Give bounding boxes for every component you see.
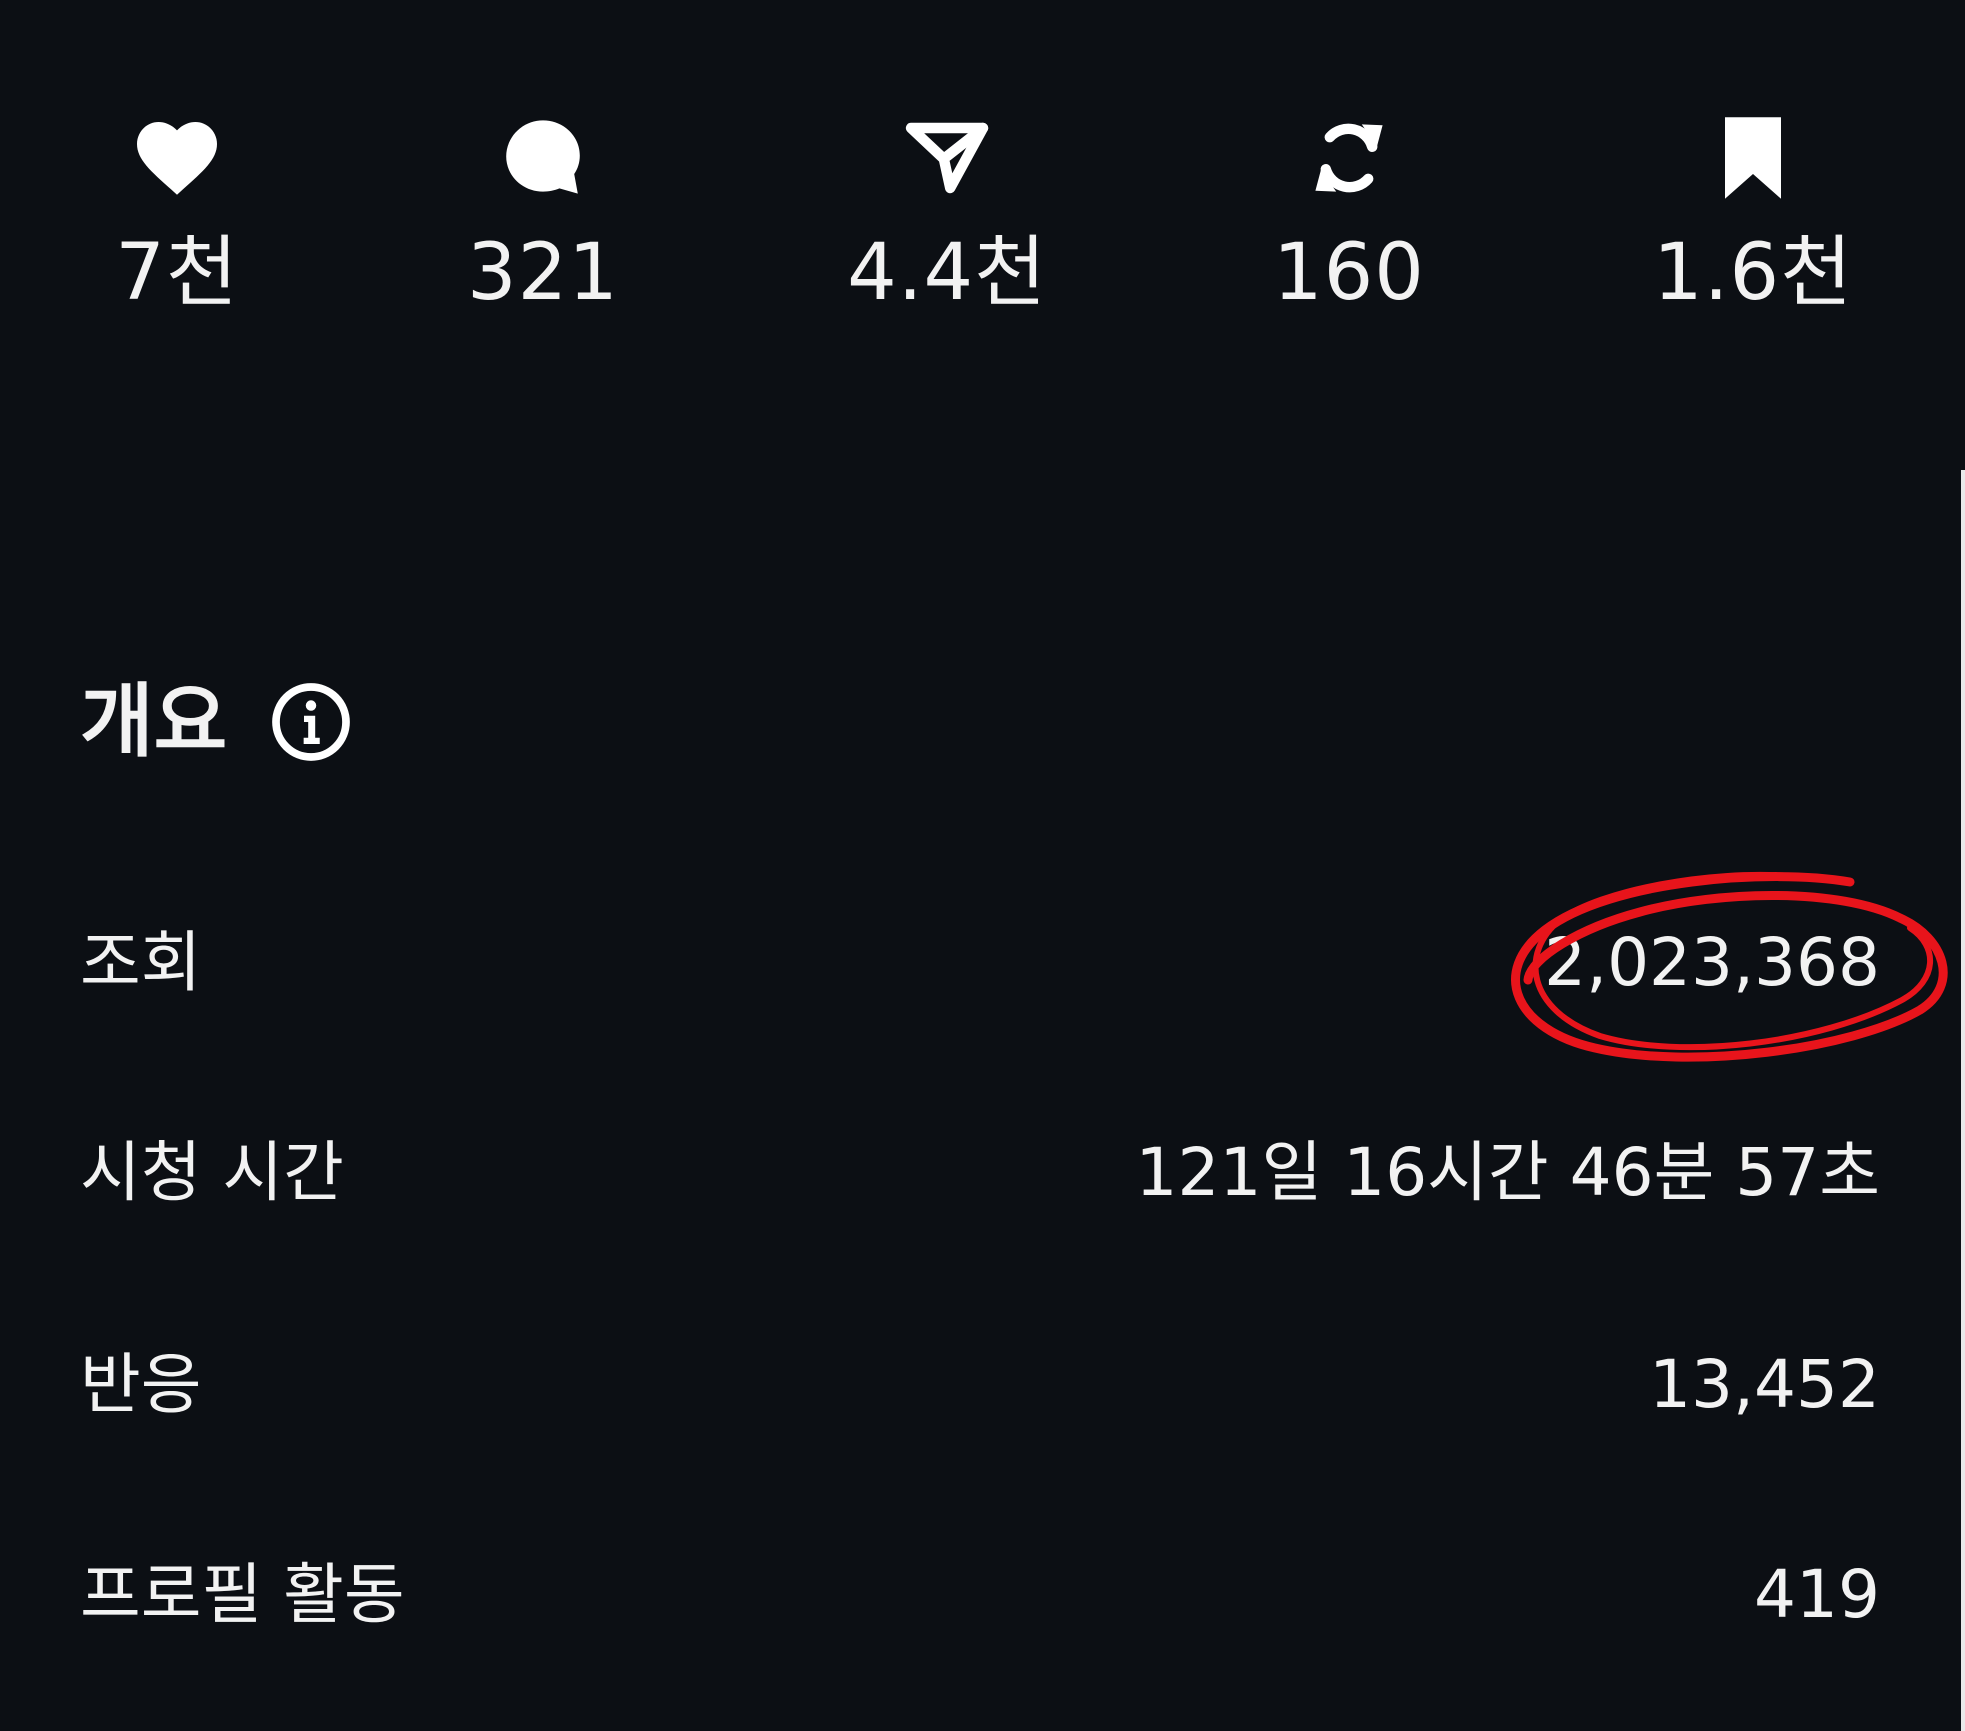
saves-stat[interactable]: 1.6천 <box>1603 110 1903 318</box>
heart-icon <box>137 122 217 195</box>
comment-icon <box>506 120 580 194</box>
likes-count: 7천 <box>115 228 239 318</box>
views-row: 조회 2,023,368 <box>80 913 1880 1013</box>
insights-page: 7천 321 4.4천 160 1.6천 개요 조회 2,023,368 시청 … <box>0 0 1965 1731</box>
profile-activity-row: 프로필 활동 419 <box>80 1545 1880 1645</box>
comments-stat[interactable]: 321 <box>393 110 693 318</box>
send-icon <box>905 122 989 194</box>
reposts-stat[interactable]: 160 <box>1199 110 1499 318</box>
likes-stat[interactable]: 7천 <box>27 110 327 318</box>
comments-count: 321 <box>467 228 619 318</box>
reposts-count: 160 <box>1273 228 1425 318</box>
views-value: 2,023,368 <box>1544 924 1880 1001</box>
profile-activity-value: 419 <box>1754 1556 1880 1633</box>
reactions-value: 13,452 <box>1649 1346 1880 1423</box>
info-icon[interactable] <box>269 680 353 764</box>
reactions-label: 반응 <box>80 1346 202 1423</box>
shares-stat[interactable]: 4.4천 <box>797 110 1097 318</box>
watch-time-value: 121일 16시간 46분 57초 <box>1135 1134 1880 1211</box>
saves-count: 1.6천 <box>1653 228 1853 318</box>
bookmark-icon <box>1725 117 1781 199</box>
screen-edge <box>1961 470 1965 1731</box>
overview-header: 개요 <box>80 672 353 772</box>
repost-icon <box>1315 123 1383 193</box>
watch-time-label: 시청 시간 <box>80 1134 344 1211</box>
views-label: 조회 <box>80 924 202 1001</box>
watch-time-row: 시청 시간 121일 16시간 46분 57초 <box>80 1123 1880 1223</box>
reactions-row: 반응 13,452 <box>80 1335 1880 1435</box>
shares-count: 4.4천 <box>847 228 1047 318</box>
profile-activity-label: 프로필 활동 <box>80 1556 405 1633</box>
overview-title: 개요 <box>80 675 228 768</box>
